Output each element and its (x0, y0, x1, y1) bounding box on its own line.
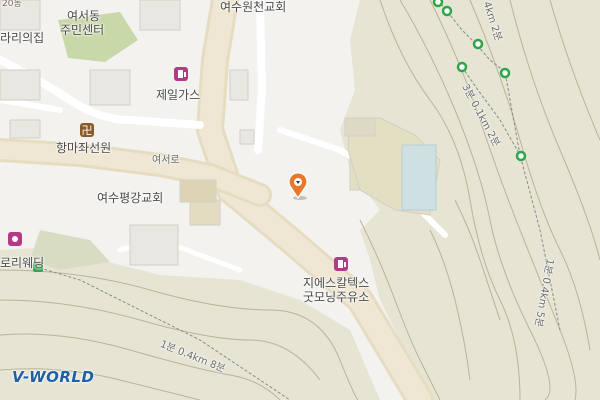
label-gs-caltex[interactable]: 지에스칼텍스 (303, 276, 369, 290)
label-lorie-wedding[interactable]: 로리웨딩 (0, 256, 44, 270)
label-good-morning-station[interactable]: 굿모닝주유소 (303, 290, 369, 304)
label-community-center[interactable]: 주민센터 (60, 23, 104, 37)
gas-pump-icon[interactable] (174, 67, 188, 81)
map-pin-icon[interactable] (288, 172, 308, 200)
trail-node (472, 38, 484, 50)
gas-pump-icon[interactable] (334, 257, 348, 271)
label-yeosu-won-church[interactable]: 여수원천교회 (220, 0, 286, 14)
map-canvas[interactable]: 卍 (0, 0, 600, 400)
label-rari-house[interactable]: 라리의집 (0, 31, 44, 45)
manji-icon[interactable]: 卍 (80, 123, 94, 137)
label-yeosu-pyeonggang-church[interactable]: 여수평강교회 (97, 191, 163, 205)
label-yeoseo-ro: 여서로 (152, 155, 180, 166)
svg-text:卍: 卍 (82, 124, 93, 137)
label-yeoseo-dong[interactable]: 여서동 (67, 9, 100, 23)
wedding-icon[interactable] (8, 232, 22, 246)
trail-node (515, 150, 527, 162)
label-hangmajwa-temple[interactable]: 항마좌선원 (56, 141, 111, 155)
trail-node (499, 67, 511, 79)
vworld-logo: V-WORLD (12, 368, 95, 386)
label-number: 20동 (2, 0, 22, 9)
label-jeil-gas[interactable]: 제일가스 (156, 88, 200, 102)
trail-node (432, 0, 444, 8)
trail-node (456, 61, 468, 73)
trail-node (441, 5, 453, 17)
